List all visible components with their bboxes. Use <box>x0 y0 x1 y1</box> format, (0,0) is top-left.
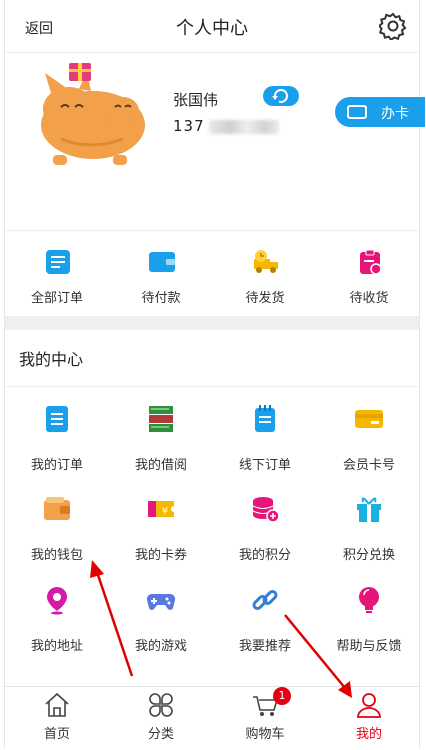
tab-label: 我的 <box>355 727 382 742</box>
grid-item-label: 帮助与反馈 <box>336 639 402 654</box>
tab-label: 购物车 <box>245 727 285 742</box>
wallet-icon <box>44 497 70 520</box>
tab-label: 分类 <box>147 727 174 742</box>
notepad-icon <box>255 405 275 432</box>
grid-item-my-borrow[interactable]: 我的借阅 <box>109 390 213 480</box>
order-unpaid-label: 待付款 <box>141 291 181 306</box>
grid-item-label: 我的钱包 <box>30 548 83 563</box>
get-card-button[interactable]: 办卡 <box>335 97 425 127</box>
grid-item-label: 会员卡号 <box>342 458 395 473</box>
grid-item-label: 线下订单 <box>238 458 291 473</box>
lightbulb-icon <box>359 587 379 613</box>
tab-category[interactable]: 分类 <box>109 687 213 750</box>
grid-item-label: 我的游戏 <box>134 639 187 654</box>
top-bar: 返回 个人中心 <box>5 0 419 53</box>
user-phone: 137 <box>173 117 279 135</box>
section-divider <box>5 316 419 330</box>
order-unpaid[interactable]: 待付款 <box>109 231 213 317</box>
grid-item-my-coupons[interactable]: ¥ 我的卡券 <box>109 480 213 570</box>
tab-mine[interactable]: 我的 <box>317 687 421 750</box>
gift-icon <box>357 497 381 522</box>
order-all[interactable]: 全部订单 <box>5 231 109 317</box>
coupon-icon: ¥ <box>148 501 174 517</box>
refresh-icon <box>272 88 288 103</box>
home-icon <box>45 692 69 717</box>
section-title: 我的中心 <box>19 350 84 369</box>
phone-prefix: 137 <box>173 117 205 135</box>
grid-item-member-card[interactable]: 会员卡号 <box>317 390 421 480</box>
order-unreceived-label: 待收货 <box>349 291 389 306</box>
tab-home[interactable]: 首页 <box>5 687 109 750</box>
grid-item-my-address[interactable]: 我的地址 <box>5 571 109 661</box>
coins-icon <box>252 497 280 523</box>
bottom-tab-bar: 首页 分类 1 购物车 我的 <box>5 686 419 750</box>
grid-item-offline-orders[interactable]: 线下订单 <box>213 390 317 480</box>
grid-item-label: 积分兑换 <box>342 548 395 563</box>
grid-item-points-exchange[interactable]: 积分兑换 <box>317 480 421 570</box>
grid-item-help-feedback[interactable]: 帮助与反馈 <box>317 571 421 661</box>
grid-item-label: 我的借阅 <box>134 458 187 473</box>
order-unreceived[interactable]: 待收货 <box>317 231 421 317</box>
truck-icon <box>254 250 278 273</box>
grid-item-label: 我的地址 <box>30 639 83 654</box>
order-status-row: 全部订单 待付款 待发货 待收货 <box>5 230 419 317</box>
grid-item-my-orders[interactable]: 我的订单 <box>5 390 109 480</box>
grid-item-my-wallet[interactable]: 我的钱包 <box>5 480 109 570</box>
wallet-icon <box>149 252 175 272</box>
gamepad-icon <box>146 593 176 610</box>
location-icon <box>47 587 67 615</box>
order-unshipped[interactable]: 待发货 <box>213 231 317 317</box>
books-icon <box>149 406 173 432</box>
grid-item-my-points[interactable]: 我的积分 <box>213 480 317 570</box>
order-unshipped-label: 待发货 <box>245 291 285 306</box>
grid-item-label: 我的积分 <box>238 548 291 563</box>
order-list-icon <box>46 406 68 432</box>
app-frame: 返回 个人中心 张国伟 137 办卡 全部订单 待付款 待发货 待收货 我的中心… <box>4 0 425 750</box>
svg-text:¥: ¥ <box>162 506 168 517</box>
user-name: 张国伟 <box>173 91 219 109</box>
document-icon <box>46 250 70 274</box>
order-all-label: 全部订单 <box>30 291 83 306</box>
user-icon <box>357 693 381 718</box>
refresh-button[interactable] <box>263 86 299 106</box>
member-card-icon <box>355 410 383 428</box>
grid-item-label: 我的订单 <box>30 458 83 473</box>
card-icon <box>347 105 367 119</box>
divider <box>5 386 419 387</box>
tab-label: 首页 <box>43 727 70 742</box>
grid-item-label: 我要推荐 <box>238 639 291 654</box>
grid-item-recommend[interactable]: 我要推荐 <box>213 571 317 661</box>
clipboard-icon <box>360 249 382 275</box>
phone-masked <box>208 119 279 134</box>
avatar[interactable] <box>31 61 151 171</box>
tab-cart[interactable]: 1 购物车 <box>213 687 317 750</box>
gear-icon[interactable] <box>379 12 407 40</box>
grid-item-label: 我的卡券 <box>134 548 187 563</box>
page-title: 个人中心 <box>176 18 248 39</box>
link-icon <box>252 590 278 610</box>
cart-badge: 1 <box>273 687 291 705</box>
category-icon <box>149 693 173 717</box>
grid-item-my-games[interactable]: 我的游戏 <box>109 571 213 661</box>
card-button-label: 办卡 <box>381 106 409 122</box>
profile-section: 张国伟 137 办卡 <box>5 53 425 229</box>
